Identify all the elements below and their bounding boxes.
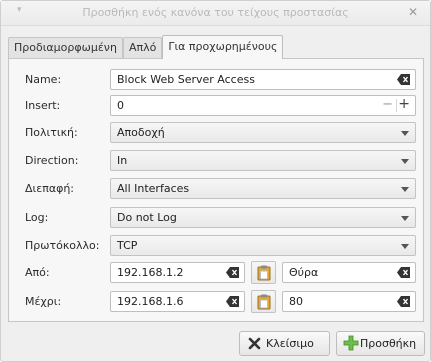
plus-icon <box>343 335 359 354</box>
direction-label: Direction: <box>25 154 79 167</box>
clipboard-icon <box>257 265 271 281</box>
protocol-row: Πρωτόκολλο: TCP <box>9 235 423 257</box>
tab-bar: Προδιαμορφωμένη Απλό Για προχωρημένους <box>8 35 284 59</box>
add-button[interactable]: Προσθήκη <box>336 331 425 356</box>
name-row: Name: Block Web Server Access <box>9 69 423 91</box>
close-button[interactable]: Κλείσιμο <box>239 331 330 356</box>
direction-value: In <box>117 154 128 167</box>
policy-value: Αποδοχή <box>117 126 165 139</box>
add-button-label: Προσθήκη <box>360 337 417 350</box>
from-label: Από: <box>25 266 50 279</box>
close-icon <box>248 337 261 353</box>
to-address-value: 192.168.1.6 <box>117 295 184 308</box>
log-label: Log: <box>25 211 49 224</box>
from-port-placeholder: Θύρα <box>289 266 319 279</box>
to-port-value: 80 <box>289 295 303 308</box>
clear-icon[interactable] <box>397 74 410 85</box>
from-row: Από: 192.168.1.2 Θύρα <box>9 261 423 286</box>
from-port-field[interactable]: Θύρα <box>282 262 416 283</box>
window-title: Προσθήκη ενός κανόνα του τείχους προστασ… <box>82 6 349 19</box>
name-label: Name: <box>25 73 62 86</box>
to-port-field[interactable]: 80 <box>282 291 416 312</box>
protocol-select[interactable]: TCP <box>110 235 416 256</box>
clear-icon[interactable] <box>397 267 410 278</box>
chevron-down-icon <box>401 131 409 136</box>
chevron-down-icon <box>401 216 409 221</box>
spin-divider <box>396 99 397 112</box>
advanced-panel: Name: Block Web Server Access Insert: 0 … <box>8 58 424 322</box>
from-address-field[interactable]: 192.168.1.2 <box>110 262 245 283</box>
interface-value: All Interfaces <box>117 182 190 195</box>
policy-label: Πολιτική: <box>25 126 78 139</box>
paste-to-button[interactable] <box>251 290 276 313</box>
policy-row: Πολιτική: Αποδοχή <box>9 122 423 144</box>
name-value: Block Web Server Access <box>117 73 255 86</box>
protocol-label: Πρωτόκολλο: <box>25 239 100 252</box>
from-address-value: 192.168.1.2 <box>117 266 184 279</box>
interface-row: Διεπαφή: All Interfaces <box>9 178 423 200</box>
close-button-label: Κλείσιμο <box>266 337 314 350</box>
clear-icon[interactable] <box>226 296 239 307</box>
direction-select[interactable]: In <box>110 150 416 171</box>
protocol-value: TCP <box>117 239 138 252</box>
to-address-field[interactable]: 192.168.1.6 <box>110 291 245 312</box>
titlebar[interactable]: ▾ Προσθήκη ενός κανόνα του τείχους προστ… <box>1 1 430 26</box>
paste-from-button[interactable] <box>251 261 276 284</box>
log-value: Do not Log <box>117 211 177 224</box>
clear-icon[interactable] <box>397 296 410 307</box>
to-label: Μέχρι: <box>25 295 62 308</box>
insert-label: Insert: <box>25 99 61 112</box>
interface-select[interactable]: All Interfaces <box>110 178 416 199</box>
policy-select[interactable]: Αποδοχή <box>110 122 416 143</box>
name-field[interactable]: Block Web Server Access <box>110 69 416 90</box>
tab-preconfigured[interactable]: Προδιαμορφωμένη <box>8 37 123 59</box>
clear-icon[interactable] <box>226 267 239 278</box>
add-rule-dialog: ▾ Προσθήκη ενός κανόνα του τείχους προστ… <box>0 0 431 362</box>
clipboard-icon <box>257 294 271 310</box>
chevron-down-icon <box>401 159 409 164</box>
insert-value: 0 <box>117 99 124 112</box>
increment-button[interactable]: + <box>398 96 410 112</box>
chevron-down-icon <box>401 187 409 192</box>
log-select[interactable]: Do not Log <box>110 207 416 228</box>
insert-spinbox[interactable]: 0 − + <box>110 95 416 116</box>
to-row: Μέχρι: 192.168.1.6 80 <box>9 290 423 315</box>
interface-label: Διεπαφή: <box>25 182 75 195</box>
direction-row: Direction: In <box>9 150 423 172</box>
tab-simple[interactable]: Απλό <box>122 37 163 59</box>
chevron-down-icon <box>401 244 409 249</box>
insert-row: Insert: 0 − + <box>9 95 423 117</box>
decrement-button[interactable]: − <box>382 97 393 112</box>
window-close-icon[interactable]: ✕ <box>408 5 418 19</box>
log-row: Log: Do not Log <box>9 207 423 229</box>
tab-advanced[interactable]: Για προχωρημένους <box>162 35 284 59</box>
